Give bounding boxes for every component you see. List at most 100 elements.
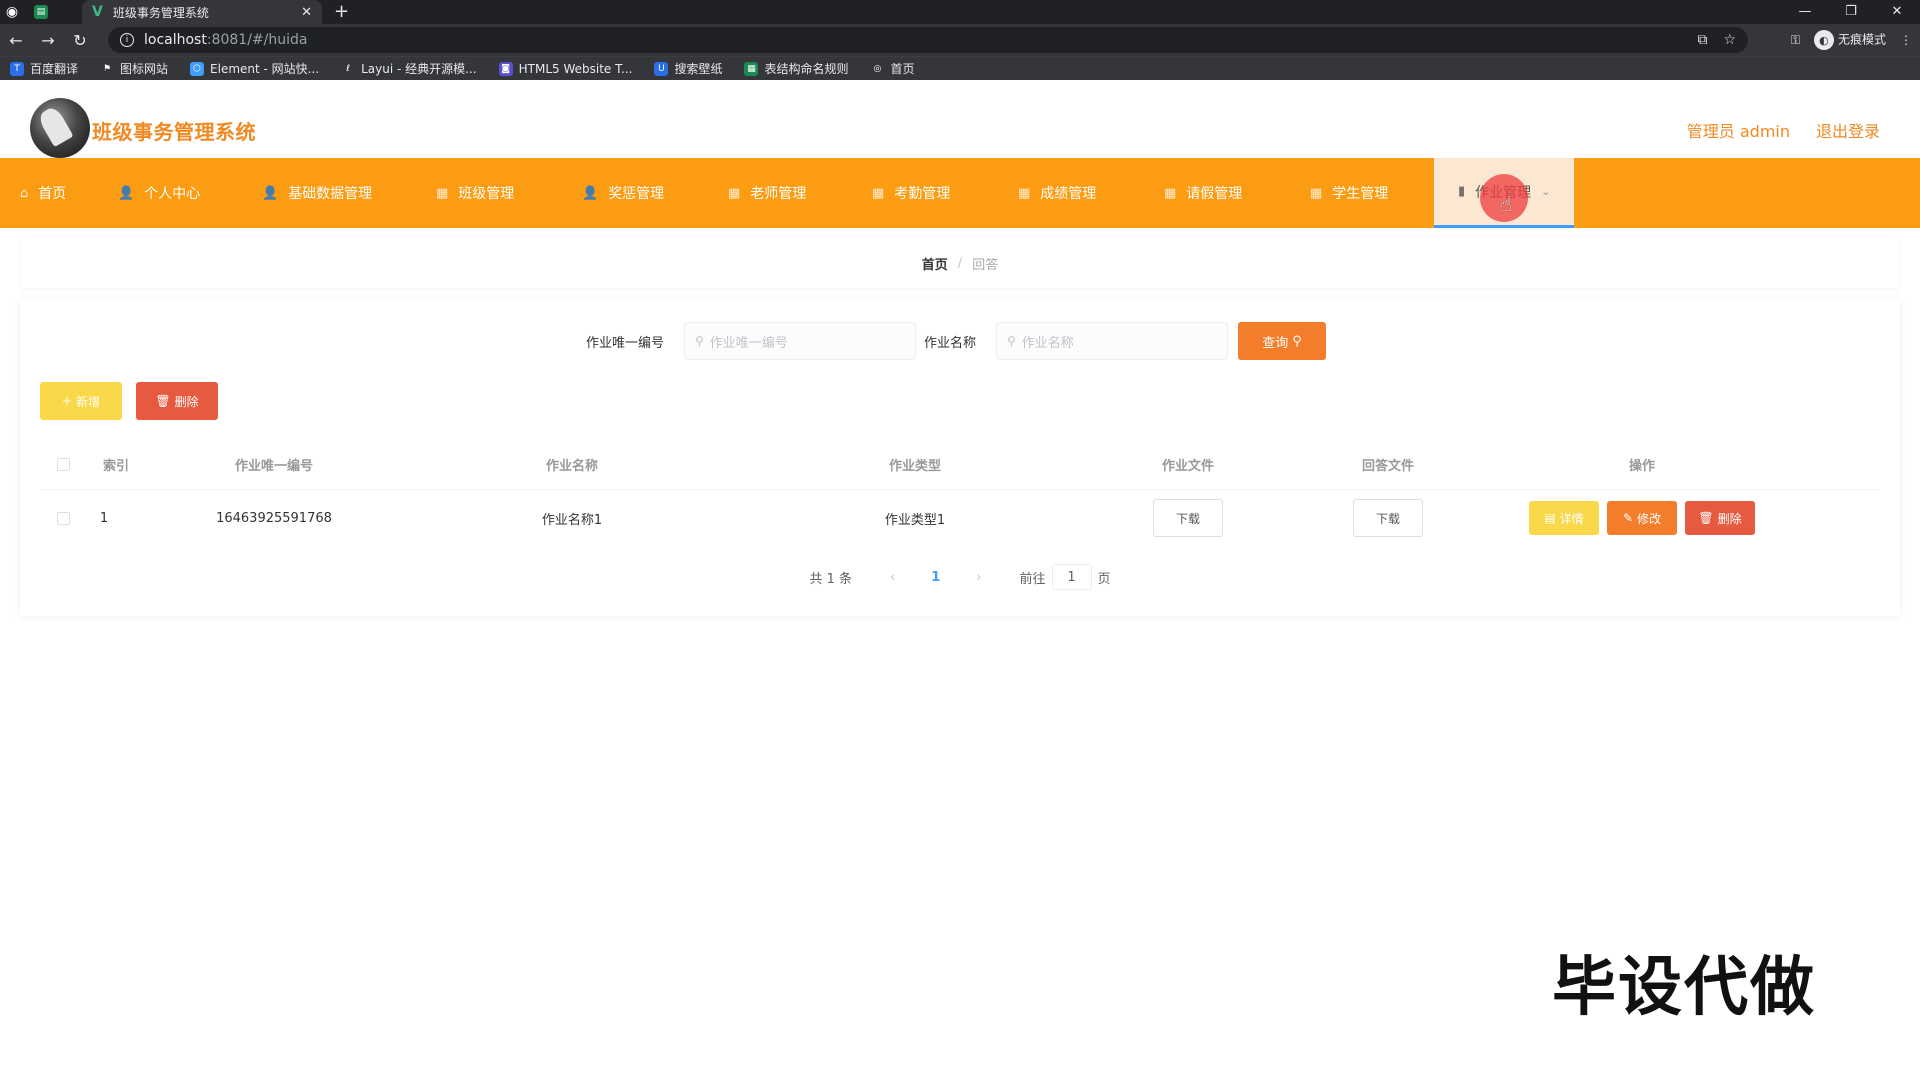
reload-icon[interactable]: ↻	[64, 31, 96, 50]
menu-icon: ▦	[1310, 185, 1323, 201]
column-header: 回答文件	[1361, 459, 1414, 474]
name-input[interactable]: ⚲ 作业名称	[996, 322, 1228, 360]
site-info-icon[interactable]: i	[120, 33, 134, 47]
menu-item-label: 成绩管理	[1040, 186, 1097, 202]
bookmark-label: 首页	[890, 62, 915, 76]
batch-delete-button[interactable]: 🗑 删除	[136, 382, 218, 420]
next-page-icon[interactable]: ›	[976, 570, 981, 585]
add-button[interactable]: + 新增	[40, 382, 122, 420]
translate-icon[interactable]: ⧉	[1697, 32, 1707, 48]
app-title: 班级事务管理系统	[92, 120, 256, 144]
menu-item[interactable]: ▦ 考勤管理	[872, 158, 950, 228]
download-homework-button[interactable]: 下载	[1153, 499, 1223, 537]
incognito-label: 无痕模式	[1837, 32, 1886, 47]
restore-icon[interactable]: ❐	[1828, 0, 1874, 24]
browser-menu-icon[interactable]: ◉	[0, 0, 24, 24]
home-icon: ⌂	[20, 185, 29, 201]
column-header: 操作	[1628, 459, 1655, 474]
code-label: 作业唯一编号	[586, 336, 665, 351]
tab-title: 班级事务管理系统	[112, 5, 209, 20]
bookmarks-bar: T 百度翻译 ⚑ 图标网站 ⬡ Element - 网站快... ℓ Layui - 经典开源…	[0, 56, 1920, 80]
column-header: 索引	[102, 459, 129, 474]
content-card: 作业唯一编号 ⚲ 作业唯一编号 作业名称 ⚲ 作业名称 查询 ⚲ + 新增 🗑 …	[20, 298, 1900, 616]
breadcrumb: 首页 / 回答	[22, 238, 1898, 288]
row-index: 1	[99, 510, 109, 526]
menu-item[interactable]: ▦ 成绩管理	[1018, 158, 1096, 228]
browser-tab[interactable]: V 班级事务管理系统 ✕	[82, 0, 322, 24]
bookmark-item[interactable]: ▦ 表结构命名规则	[744, 60, 848, 77]
incognito-indicator[interactable]: ◐ 无痕模式	[1813, 30, 1886, 50]
bookmark-star-icon[interactable]: ☆	[1723, 32, 1736, 48]
table-row: 1 16463925591768 作业名称1 作业类型1 下载 下载 ▤ 详情 ✎…	[40, 490, 1880, 546]
bookmark-item[interactable]: U 搜索壁纸	[654, 60, 722, 77]
menu-icon: ▦	[872, 185, 885, 201]
delete-label: 删除	[174, 394, 199, 409]
page-number[interactable]: 1	[931, 570, 940, 585]
bookmark-item[interactable]: ◙ HTML5 Website T...	[498, 61, 632, 76]
menu-item[interactable]: ⌂ 首页	[20, 158, 66, 228]
detail-button[interactable]: ▤ 详情	[1529, 501, 1599, 535]
name-label: 作业名称	[924, 336, 977, 351]
vue-icon: V	[92, 4, 103, 20]
menu-item[interactable]: 👤 基础数据管理	[262, 158, 372, 228]
menu-item[interactable]: ▦ 学生管理	[1310, 158, 1388, 228]
menu-item[interactable]: ▦ 班级管理	[436, 158, 514, 228]
logout-link[interactable]: 退出登录	[1816, 118, 1880, 142]
element-icon: ⬡	[190, 61, 205, 76]
bookmark-item[interactable]: ℓ Layui - 经典开源模...	[341, 60, 477, 77]
breadcrumb-current: 回答	[972, 257, 999, 273]
chevron-down-icon: ⌄	[1541, 185, 1551, 198]
user-label: 管理员 admin	[1686, 122, 1790, 141]
menu-item[interactable]: 👤 奖惩管理	[582, 158, 664, 228]
back-icon[interactable]: ←	[0, 31, 32, 50]
goto-page-input[interactable]: 1	[1051, 564, 1092, 590]
bookmark-item[interactable]: ⚑ 图标网站	[100, 60, 168, 77]
pointer-cursor-icon: ☝	[1500, 192, 1513, 216]
query-button[interactable]: 查询 ⚲	[1238, 322, 1326, 360]
menu-item[interactable]: ▦ 请假管理	[1164, 158, 1242, 228]
more-menu-icon[interactable]: ⋮	[1900, 33, 1912, 47]
address-bar[interactable]: i localhost:8081/#/huida ⧉ ☆	[108, 27, 1748, 53]
close-window-icon[interactable]: ✕	[1874, 0, 1920, 24]
window-controls: — ❐ ✕	[1782, 0, 1920, 24]
data-table: 索引 作业唯一编号 作业名称 作业类型 作业文件 回答文件 操作 1 16463…	[40, 440, 1880, 546]
watermark-text: 毕设代做	[1552, 951, 1816, 1025]
plus-icon: +	[61, 394, 73, 408]
menu-icon: ▦	[1018, 185, 1031, 201]
bookmark-label: 搜索壁纸	[674, 62, 723, 76]
menu-item[interactable]: ▦ 老师管理	[728, 158, 806, 228]
url-path: :8081/#/huida	[206, 32, 308, 48]
page-unit-label: 页	[1097, 571, 1111, 587]
column-header: 作业文件	[1161, 459, 1214, 474]
forward-icon[interactable]: →	[32, 31, 64, 50]
sheet-icon: ▦	[744, 61, 759, 76]
breadcrumb-home[interactable]: 首页	[922, 254, 948, 273]
close-tab-icon[interactable]: ✕	[301, 5, 312, 20]
menu-item-label: 基础数据管理	[288, 186, 373, 202]
key-icon[interactable]: ⚿	[1791, 33, 1800, 48]
document-icon: ▤	[1544, 511, 1556, 525]
select-all-checkbox[interactable]	[56, 458, 70, 471]
menu-item[interactable]: 👤 个人中心	[118, 158, 200, 228]
bookmark-label: 百度翻译	[30, 62, 79, 76]
user-icon: 👤	[262, 185, 279, 201]
row-checkbox[interactable]	[56, 511, 70, 525]
prev-page-icon[interactable]: ‹	[890, 570, 895, 585]
chart-icon: ▮	[1458, 184, 1466, 199]
user-icon: 👤	[582, 185, 599, 201]
code-input[interactable]: ⚲ 作业唯一编号	[684, 322, 916, 360]
menu-item-label: 首页	[38, 186, 67, 202]
search-form: 作业唯一编号 ⚲ 作业唯一编号 作业名称 ⚲ 作业名称 查询 ⚲	[20, 320, 1900, 360]
minimize-icon[interactable]: —	[1782, 0, 1828, 24]
new-tab-button[interactable]: +	[334, 0, 349, 24]
edit-button[interactable]: ✎ 修改	[1607, 501, 1677, 535]
trash-icon: 🗑	[155, 394, 171, 408]
pinned-tab-icon[interactable]: ▤	[34, 5, 48, 19]
column-header: 作业名称	[545, 459, 598, 474]
delete-button[interactable]: 🗑 删除	[1685, 501, 1755, 535]
bookmark-item[interactable]: ◎ 首页	[870, 60, 915, 77]
pagination-total: 共 1 条	[809, 571, 853, 587]
download-answer-button[interactable]: 下载	[1353, 499, 1423, 537]
bookmark-item[interactable]: T 百度翻译	[10, 60, 78, 77]
bookmark-item[interactable]: ⬡ Element - 网站快...	[190, 60, 319, 77]
